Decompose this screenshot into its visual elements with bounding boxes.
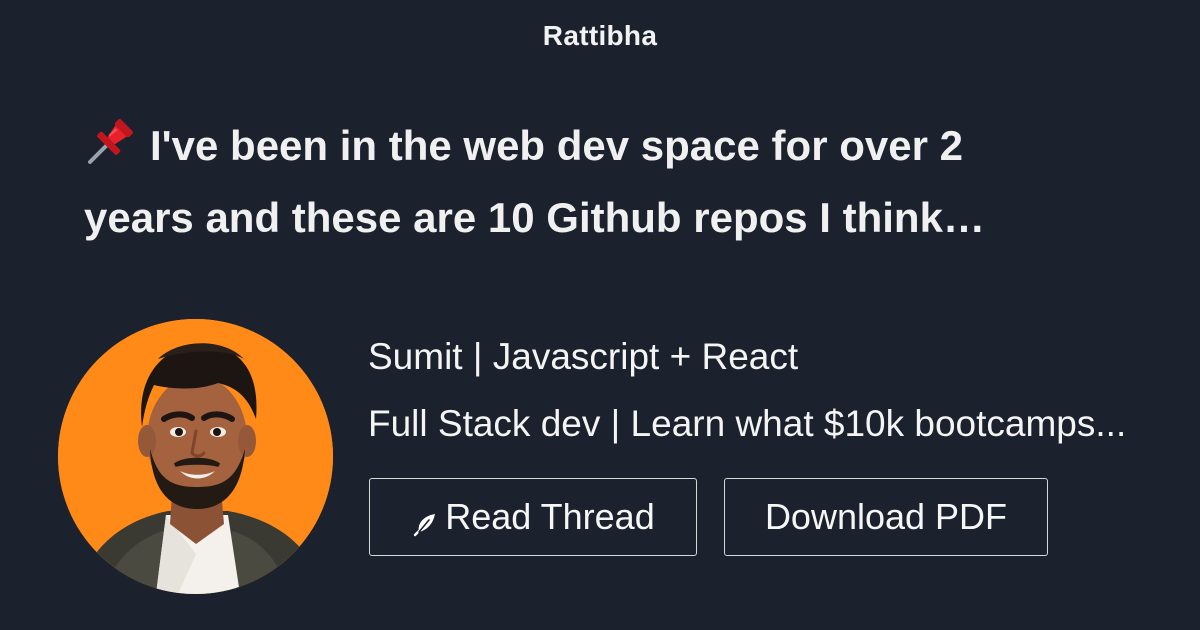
thread-headline-line-1: I've been in the web dev space for over …	[84, 110, 1124, 182]
feather-icon	[411, 505, 439, 537]
thread-title-line-1: I've been in the web dev space for over …	[150, 122, 963, 169]
author-avatar	[58, 319, 333, 594]
author-bio: Full Stack dev | Learn what $10k bootcam…	[368, 403, 1127, 444]
thread-headline[interactable]: I've been in the web dev space for over …	[84, 110, 1124, 254]
site-name: Rattibha	[542, 20, 658, 51]
read-thread-label: Read Thread	[445, 496, 655, 537]
author-name[interactable]: Sumit | Javascript + React	[368, 336, 798, 378]
pushpin-icon	[84, 116, 136, 168]
download-pdf-label: Download PDF	[764, 496, 1008, 537]
read-thread-button[interactable]: Read Thread	[369, 478, 697, 556]
download-pdf-button[interactable]: Download PDF	[724, 478, 1048, 556]
thread-title-line-2: years and these are 10 Github repos I th…	[84, 194, 985, 241]
